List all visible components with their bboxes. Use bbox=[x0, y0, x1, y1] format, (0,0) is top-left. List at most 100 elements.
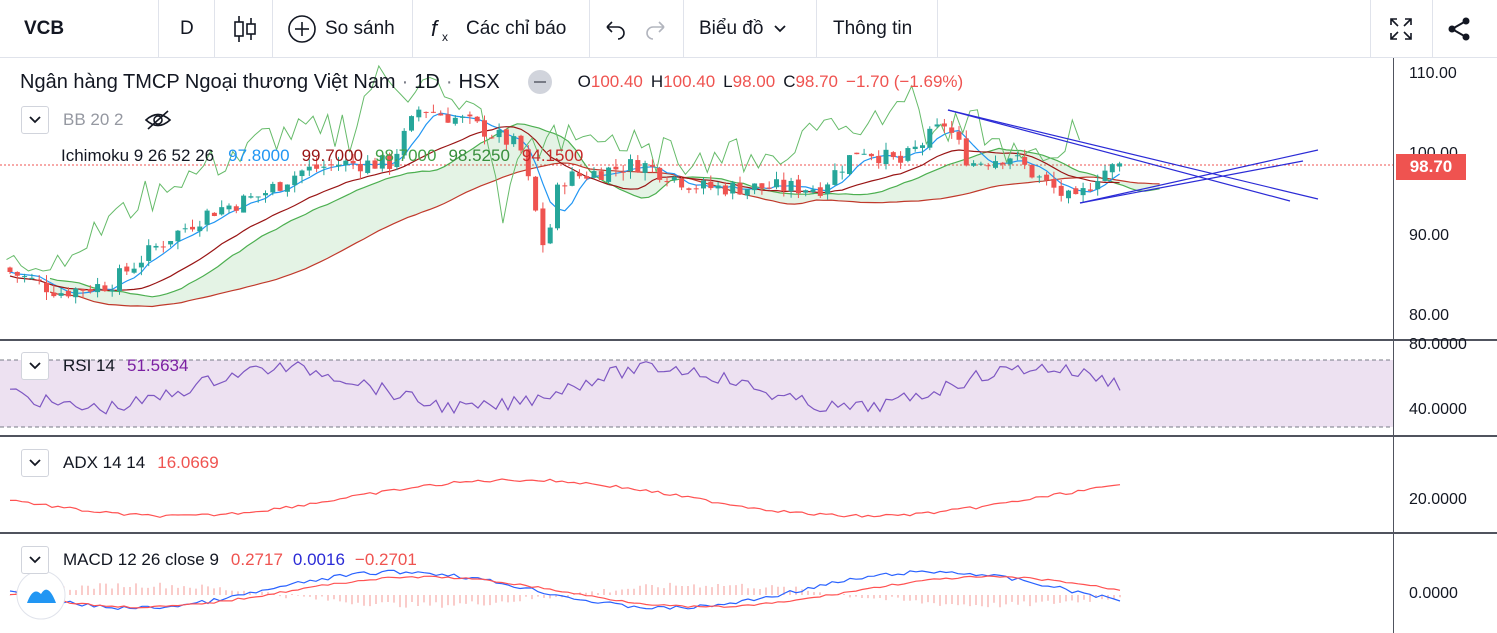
collapse-button[interactable] bbox=[21, 449, 49, 477]
candle-body bbox=[1007, 158, 1013, 165]
candle-body bbox=[233, 206, 239, 211]
divider bbox=[1432, 0, 1433, 57]
candle-body bbox=[671, 176, 677, 180]
candle-body bbox=[51, 292, 57, 297]
candle-body bbox=[584, 176, 590, 179]
candle-body bbox=[686, 188, 692, 190]
candle-body bbox=[839, 171, 845, 173]
redo-icon bbox=[646, 20, 665, 40]
symbol-search[interactable]: VCB bbox=[24, 0, 64, 57]
ohlc-change: −1.70 (−1.69%) bbox=[846, 72, 964, 91]
pane-divider[interactable] bbox=[0, 532, 1497, 534]
pane-divider[interactable] bbox=[0, 339, 1497, 341]
candle-body bbox=[1044, 174, 1050, 181]
adx-axis-label: 20.0000 bbox=[1409, 491, 1467, 508]
rsi-legend: RSI 14 51.5634 bbox=[21, 352, 188, 380]
candle-body bbox=[7, 267, 13, 272]
chart-style-button[interactable] bbox=[232, 0, 258, 57]
ichimoku-value: 99.7000 bbox=[301, 146, 364, 165]
eye-hidden-icon[interactable] bbox=[144, 109, 172, 131]
ohlc-low-label: L bbox=[723, 72, 733, 91]
candle-body bbox=[292, 175, 298, 186]
candle-body bbox=[503, 129, 509, 145]
candle-body bbox=[219, 207, 225, 215]
divider bbox=[272, 0, 273, 57]
compare-label: So sánh bbox=[325, 17, 395, 39]
ohlc-close-label: C bbox=[783, 72, 796, 91]
candle-body bbox=[905, 148, 911, 161]
collapse-button[interactable] bbox=[21, 106, 49, 134]
candle-body bbox=[270, 183, 276, 193]
candle-body bbox=[628, 159, 633, 172]
candle-body bbox=[1073, 188, 1079, 195]
chevron-down-icon bbox=[29, 459, 41, 467]
fullscreen-button[interactable] bbox=[1388, 0, 1414, 57]
candle-body bbox=[241, 195, 247, 213]
candle-body bbox=[1102, 170, 1108, 181]
candle-body bbox=[825, 184, 831, 194]
separator-dot: · bbox=[401, 70, 409, 93]
candle-body bbox=[963, 138, 969, 166]
candle-body bbox=[861, 153, 867, 155]
candle-body bbox=[474, 116, 480, 122]
candle-body bbox=[1109, 164, 1115, 173]
indicators-button[interactable]: f x Các chỉ báo bbox=[428, 0, 566, 57]
candle-body bbox=[445, 114, 451, 123]
candle-body bbox=[1051, 178, 1057, 188]
separator-dot: · bbox=[445, 70, 453, 93]
candle-body bbox=[1087, 189, 1093, 191]
divider bbox=[1370, 0, 1371, 57]
redo-button[interactable] bbox=[644, 0, 668, 57]
candle-body bbox=[540, 208, 546, 246]
candle-body bbox=[635, 160, 641, 173]
candle-body bbox=[197, 226, 203, 232]
ichimoku-value: 97.8000 bbox=[228, 146, 290, 165]
signal-line bbox=[9, 575, 1121, 609]
bb-legend: BB 20 2 bbox=[21, 106, 172, 134]
candle-body bbox=[642, 163, 648, 173]
candle-body bbox=[190, 226, 195, 230]
collapse-button[interactable] bbox=[21, 546, 49, 574]
candle-body bbox=[876, 155, 882, 164]
candle-body bbox=[321, 166, 327, 168]
rsi-label: RSI 14 bbox=[63, 356, 115, 375]
candle-body bbox=[847, 155, 852, 175]
price-axis-label: 90.00 bbox=[1409, 227, 1450, 244]
candle-body bbox=[65, 290, 71, 297]
chart-menu-button[interactable]: Biểu đồ bbox=[699, 0, 787, 57]
compare-button[interactable]: So sánh bbox=[287, 0, 395, 57]
top-toolbar: VCB D So sánh f x Các chỉ báo Biểu đồ Th… bbox=[0, 0, 1497, 58]
candle-body bbox=[452, 117, 458, 124]
undo-button[interactable] bbox=[603, 0, 627, 57]
divider bbox=[816, 0, 817, 57]
candle-body bbox=[306, 166, 312, 171]
candle-body bbox=[576, 173, 582, 177]
share-button[interactable] bbox=[1446, 0, 1472, 57]
candle-body bbox=[752, 183, 758, 191]
info-button[interactable]: Thông tin bbox=[833, 0, 912, 57]
candle-body bbox=[927, 128, 933, 148]
candle-body bbox=[131, 268, 137, 273]
info-label: Thông tin bbox=[833, 17, 913, 39]
chevron-down-icon bbox=[29, 362, 41, 370]
candle-body bbox=[993, 161, 998, 168]
candle-body bbox=[730, 182, 736, 194]
candle-body bbox=[438, 113, 444, 116]
candle-body bbox=[58, 293, 64, 296]
candle-body bbox=[934, 124, 940, 127]
candle-body bbox=[248, 196, 254, 198]
macd-line bbox=[9, 569, 1121, 611]
candle-body bbox=[591, 171, 597, 178]
pane-divider[interactable] bbox=[0, 435, 1497, 437]
interval-button[interactable]: D bbox=[180, 0, 194, 57]
rsi-axis-label: 80.0000 bbox=[1409, 336, 1467, 353]
candle-body bbox=[788, 180, 794, 192]
candle-body bbox=[496, 129, 502, 138]
ohlc-open-value: 100.40 bbox=[590, 72, 643, 91]
candle-body bbox=[138, 262, 144, 268]
market-status-icon[interactable] bbox=[527, 70, 552, 94]
candle-body bbox=[73, 288, 79, 298]
plus-circle-icon bbox=[288, 14, 316, 43]
candle-body bbox=[1036, 176, 1042, 178]
collapse-button[interactable] bbox=[21, 352, 49, 380]
